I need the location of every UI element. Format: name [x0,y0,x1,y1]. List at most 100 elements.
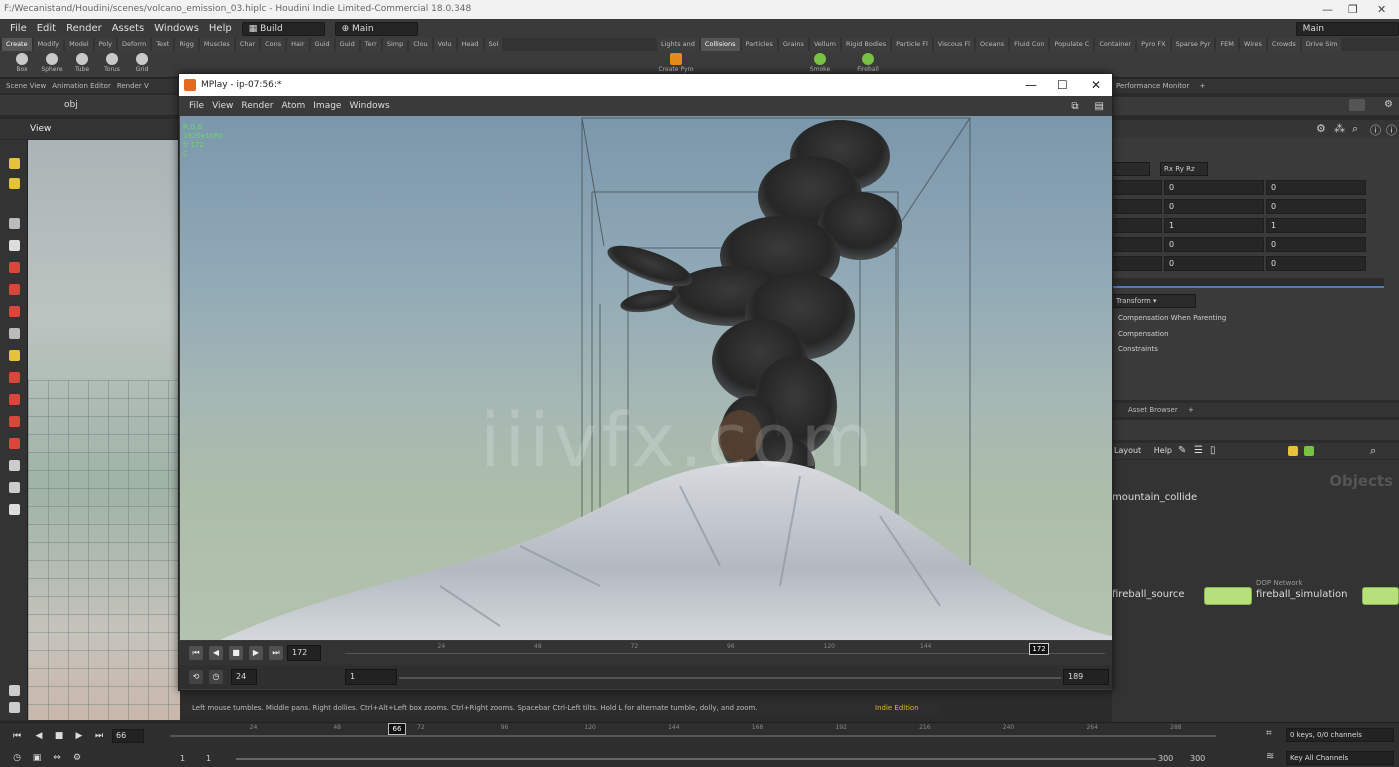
node-shape-icon[interactable] [1304,446,1314,456]
menu-help[interactable]: Help [209,23,232,34]
magnet-icon[interactable] [9,394,20,405]
shelf-tab[interactable]: Container [1095,38,1136,51]
param-field[interactable] [1112,180,1162,195]
gear-icon[interactable]: ⚙ [1316,122,1326,135]
shelf-tab[interactable]: Fluid Con [1010,38,1049,51]
shelf-tab[interactable]: Rigid Bodies [841,38,891,51]
tab-render-view[interactable]: Render V [117,82,149,90]
mplay-play-icon[interactable]: ▶ [249,646,263,660]
menu-file[interactable]: File [10,23,27,34]
shelf-tab[interactable]: Viscous Fl [933,38,974,51]
shelf-tab[interactable]: Hair [287,38,309,51]
channel-icon[interactable]: ≋ [1266,751,1274,762]
mplay-realtime-icon[interactable]: ◷ [209,670,223,684]
desktop-select[interactable]: ▦ Build [241,21,325,36]
tab-asset-browser[interactable]: Asset Browser [1128,406,1178,414]
move-tool-icon[interactable] [9,178,20,189]
param-field-b[interactable]: 0 [1266,237,1366,252]
shelf-tab[interactable]: Create [2,38,32,51]
shelf-tab[interactable]: Vellum [809,38,840,51]
shelf-tab[interactable]: Deform [118,38,151,51]
mplay-timeline-track[interactable] [345,653,1105,654]
mplay-options-icon[interactable]: ▤ [1095,101,1104,112]
param-field-b[interactable]: 0 [1266,256,1366,271]
param-field-a[interactable]: 0 [1164,237,1264,252]
realtime-icon[interactable]: ◷ [10,751,24,765]
timeline-track[interactable] [170,735,1216,737]
shelf-tab[interactable]: Crowds [1267,38,1300,51]
search-icon[interactable]: ⌕ [1370,443,1376,459]
close-icon[interactable]: ✕ [1091,74,1101,96]
view-tool-icon[interactable] [9,460,20,471]
range-end[interactable]: 300 [1158,754,1173,763]
view-menu[interactable]: View [30,124,51,134]
render-region-icon[interactable] [9,328,20,339]
mplay-stop-icon[interactable]: ■ [229,646,243,660]
shelf-tab[interactable]: Wires [1239,38,1266,51]
mplay-loop-icon[interactable]: ⟲ [189,670,203,684]
mplay-menu-atom[interactable]: Atom [281,101,305,111]
shelf-tab[interactable]: Pyro FX [1137,38,1170,51]
snap-point-icon[interactable] [9,306,20,317]
snap-icon[interactable] [9,262,20,273]
option-compensation[interactable]: Compensation [1118,330,1169,338]
node-next[interactable] [1362,587,1399,605]
minimize-icon[interactable]: — [1322,0,1333,19]
shelf-tab[interactable]: Modify [33,38,64,51]
shelf-tab[interactable]: Text [152,38,174,51]
maximize-icon[interactable]: ☐ [1057,74,1068,96]
shelf-tab[interactable]: Guid [335,38,359,51]
param-field-a[interactable]: 0 [1164,199,1264,214]
handle-tool-icon[interactable] [9,240,20,251]
menu-windows[interactable]: Windows [154,23,199,34]
maximize-icon[interactable]: ❐ [1348,0,1358,19]
key-icon[interactable]: ⌗ [1266,728,1272,739]
gear-icon[interactable]: ⚙ [1384,99,1393,110]
menu-assets[interactable]: Assets [112,23,145,34]
shelf-tab[interactable]: Muscles [199,38,234,51]
mplay-menu-image[interactable]: Image [313,101,341,111]
menu-render[interactable]: Render [66,23,102,34]
transform-select[interactable]: Transform ▾ [1112,294,1196,308]
shelf-tab[interactable]: Model [65,38,93,51]
minimize-icon[interactable]: — [1025,74,1037,96]
shelf-tab[interactable]: Sparse Pyr [1171,38,1215,51]
range-icon[interactable]: ⇔ [50,751,64,765]
display-options-icon[interactable] [9,685,20,696]
param-field[interactable] [1112,256,1162,271]
mplay-fps-field[interactable]: 24 [231,669,257,685]
play-reverse-icon[interactable]: ◀ [32,729,46,743]
shelf-tab[interactable]: Char [235,38,260,51]
param-field-b[interactable]: 0 [1266,199,1366,214]
wrench-icon[interactable]: ✎ [1178,443,1186,459]
node-color-icon[interactable] [1288,446,1298,456]
shelf-tab[interactable]: Volu [433,38,456,51]
grid-tool[interactable]: Grid [124,53,160,73]
fireball-tool[interactable]: Fireball [850,53,886,73]
range-start-2[interactable]: 1 [206,754,211,763]
select-tool-icon[interactable] [9,158,20,169]
pose-tool-icon[interactable] [9,218,20,229]
shelf-tab[interactable]: Rigg [175,38,198,51]
param-field-a[interactable]: 0 [1164,180,1264,195]
path-obj[interactable]: obj [64,100,78,110]
scene-viewport[interactable] [28,140,180,720]
shelf-tab[interactable]: Cons [261,38,286,51]
param-field[interactable] [1112,237,1162,252]
info-icon[interactable] [9,702,20,713]
network-editor[interactable]: Objects mountain_collide fireball_source… [1112,460,1399,722]
page-icon[interactable]: ▯ [1210,443,1216,459]
timeline-playhead[interactable]: 66 [388,723,406,735]
shelf-tab[interactable]: Sol [484,38,503,51]
shelf-tab[interactable]: Terr [360,38,381,51]
param-field-b[interactable]: 0 [1266,180,1366,195]
shelf-tab[interactable]: Head [457,38,483,51]
param-field-a[interactable]: 1 [1164,218,1264,233]
mplay-render-image[interactable]: R,G,B 1920x1080 fr 172 C iiivfx.com [180,116,1112,640]
menu-help[interactable]: Help [1154,446,1172,455]
add-tab-icon[interactable]: + [1199,82,1205,90]
mplay-menu-windows[interactable]: Windows [349,101,389,111]
range-slider[interactable] [236,758,1156,760]
snap-grid-icon[interactable] [9,284,20,295]
node-fireball-sim[interactable] [1204,587,1252,605]
